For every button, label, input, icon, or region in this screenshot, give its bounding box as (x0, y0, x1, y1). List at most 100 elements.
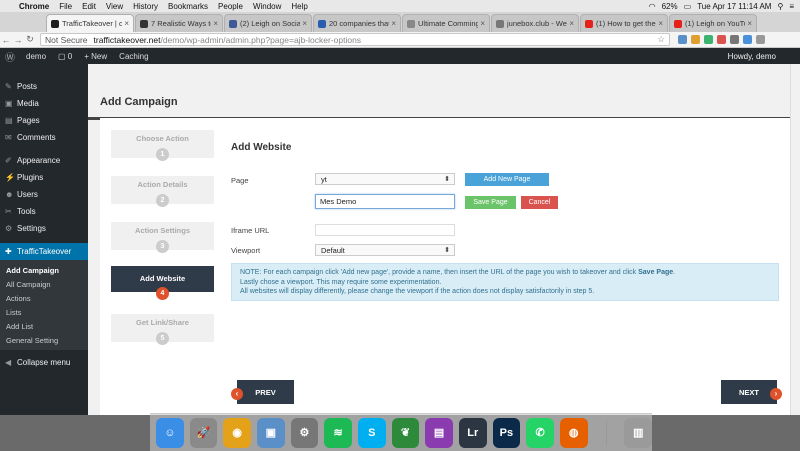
battery-icon[interactable]: ▭ (684, 2, 692, 11)
sidebar-item-appearance[interactable]: ✐ Appearance (0, 152, 88, 169)
next-arrow-icon[interactable]: › (770, 388, 782, 400)
browser-tab[interactable]: 20 companies that × (313, 14, 401, 32)
photo-booth-icon[interactable]: ▤ (425, 417, 453, 448)
system-preferences-icon[interactable]: ⚙ (290, 417, 319, 448)
cancel-button[interactable]: Cancel (521, 196, 558, 209)
menu-file[interactable]: File (54, 2, 77, 11)
wifi-icon[interactable]: ◠ (649, 2, 656, 11)
extension-icon[interactable] (743, 35, 752, 44)
admin-bar-site[interactable]: demo (20, 52, 52, 61)
skype-icon[interactable]: S (357, 417, 386, 448)
close-icon[interactable]: × (569, 19, 574, 28)
finder-icon[interactable]: ☺ (156, 417, 184, 448)
sidebar-item-comments[interactable]: ✉ Comments (0, 129, 88, 146)
browser-tab[interactable]: junebox.club - We × (491, 14, 579, 32)
close-icon[interactable]: × (302, 19, 307, 28)
add-new-page-button[interactable]: Add New Page (465, 173, 549, 186)
browser-tab[interactable]: (1) Leigh on YouTub× (669, 14, 757, 32)
sidebar-item-users[interactable]: ☻ Users (0, 186, 88, 203)
wizard-step-add-website[interactable]: Add Website 4 (111, 266, 214, 300)
scrollbar-track[interactable] (790, 64, 800, 415)
menu-help[interactable]: Help (286, 2, 312, 11)
wizard-step-get-link-share[interactable]: Get Link/Share 5 (111, 314, 214, 345)
extension-icon[interactable] (717, 35, 726, 44)
clock[interactable]: Tue Apr 17 11:14 AM (697, 2, 771, 11)
spotify-icon[interactable]: ≋ (324, 417, 352, 448)
battery-level[interactable]: 62% (662, 2, 678, 11)
admin-bar-new[interactable]: + New (78, 52, 113, 61)
sidebar-item-media[interactable]: ▣ Media (0, 95, 88, 112)
launchpad-icon[interactable]: 🚀 (189, 417, 218, 448)
iframe-url-input[interactable] (315, 224, 455, 236)
extension-icon[interactable] (730, 35, 739, 44)
submenu-item-add-campaign[interactable]: Add Campaign (0, 263, 88, 277)
menu-dots-icon[interactable] (756, 35, 765, 44)
close-icon[interactable]: × (747, 19, 752, 28)
sidebar-item-settings[interactable]: ⚙ Settings (0, 220, 88, 237)
close-icon[interactable]: × (480, 19, 485, 28)
menu-view[interactable]: View (101, 2, 128, 11)
wordpress-logo-icon[interactable]: Ⓦ (0, 49, 20, 64)
browser-tab[interactable]: (1) How to get the × (580, 14, 668, 32)
preview-icon[interactable]: ▣ (256, 417, 285, 448)
security-indicator[interactable]: Not Secure (45, 35, 88, 45)
submenu-item-all-campaign[interactable]: All Campaign (0, 277, 88, 291)
close-icon[interactable]: × (213, 19, 218, 28)
collapse-menu[interactable]: ◀ Collapse menu (0, 354, 88, 371)
extension-icon[interactable] (704, 35, 713, 44)
close-icon[interactable]: × (124, 19, 129, 28)
firefox-icon[interactable]: ◍ (559, 417, 588, 448)
browser-tab[interactable]: Ultimate Comming × (402, 14, 490, 32)
whatsapp-icon[interactable]: ✆ (526, 417, 554, 448)
wizard-step-action-settings[interactable]: Action Settings 3 (111, 222, 214, 253)
prev-arrow-icon[interactable]: ‹ (231, 388, 243, 400)
next-button[interactable]: NEXT (721, 380, 777, 404)
extension-icon[interactable] (678, 35, 687, 44)
menu-people[interactable]: People (213, 2, 248, 11)
menu-app-name[interactable]: Chrome (14, 2, 54, 11)
bookmark-star-icon[interactable]: ☆ (657, 34, 665, 45)
wizard-step-action-details[interactable]: Action Details 2 (111, 176, 214, 207)
page-select[interactable]: yt ⬍ (315, 173, 455, 185)
save-page-button[interactable]: Save Page (465, 196, 516, 209)
sidebar-item-plugins[interactable]: ⚡ Plugins (0, 169, 88, 186)
admin-bar-comments[interactable]: ▢ 0 (52, 52, 78, 61)
lightroom-icon[interactable]: Lr (458, 417, 487, 448)
submenu-item-general-setting[interactable]: General Setting (0, 333, 88, 347)
browser-tab[interactable]: 7 Realistic Ways to × (135, 14, 223, 32)
submenu-item-lists[interactable]: Lists (0, 305, 88, 319)
menu-list-icon[interactable]: ≡ (789, 2, 794, 11)
submenu-item-actions[interactable]: Actions (0, 291, 88, 305)
close-icon[interactable]: × (658, 19, 663, 28)
sidebar-item-traffictakeover[interactable]: ✚ TrafficTakeover (0, 243, 88, 260)
submenu-item-add-list[interactable]: Add List (0, 319, 88, 333)
wrench-icon: ✂ (5, 207, 12, 216)
select-arrows-icon: ⬍ (444, 247, 450, 254)
trash-icon[interactable]: ▥ (624, 417, 653, 448)
prev-button[interactable]: PREV (237, 380, 294, 404)
admin-bar-caching[interactable]: Caching (113, 52, 154, 61)
reload-icon[interactable]: ↻ (24, 34, 36, 45)
back-icon[interactable]: ← (0, 35, 12, 45)
browser-tab[interactable]: (2) Leigh on Social × (224, 14, 312, 32)
close-icon[interactable]: × (391, 19, 396, 28)
menu-window[interactable]: Window (248, 2, 286, 11)
menu-history[interactable]: History (128, 2, 163, 11)
forward-icon[interactable]: → (12, 35, 24, 45)
menu-bookmarks[interactable]: Bookmarks (163, 2, 213, 11)
sidebar-item-pages[interactable]: ▤ Pages (0, 112, 88, 129)
url-field[interactable]: Not Secure traffictakeover.net /demo/wp-… (40, 33, 670, 46)
admin-bar-howdy[interactable]: Howdy, demo (728, 52, 800, 61)
photoshop-icon[interactable]: Ps (492, 417, 521, 448)
extension-icon[interactable] (691, 35, 700, 44)
chrome-icon[interactable]: ◉ (223, 417, 251, 448)
menu-edit[interactable]: Edit (77, 2, 101, 11)
sidebar-item-tools[interactable]: ✂ Tools (0, 203, 88, 220)
page-name-input[interactable]: Mes Demo (315, 194, 455, 209)
evernote-icon[interactable]: ❦ (391, 417, 420, 448)
sidebar-item-posts[interactable]: ✎ Posts (0, 78, 88, 95)
search-icon[interactable]: ⚲ (777, 2, 783, 11)
browser-tab[interactable]: TrafficTakeover | d × (46, 14, 134, 32)
wizard-step-choose-action[interactable]: Choose Action 1 (111, 130, 214, 161)
viewport-select[interactable]: Default ⬍ (315, 244, 455, 256)
